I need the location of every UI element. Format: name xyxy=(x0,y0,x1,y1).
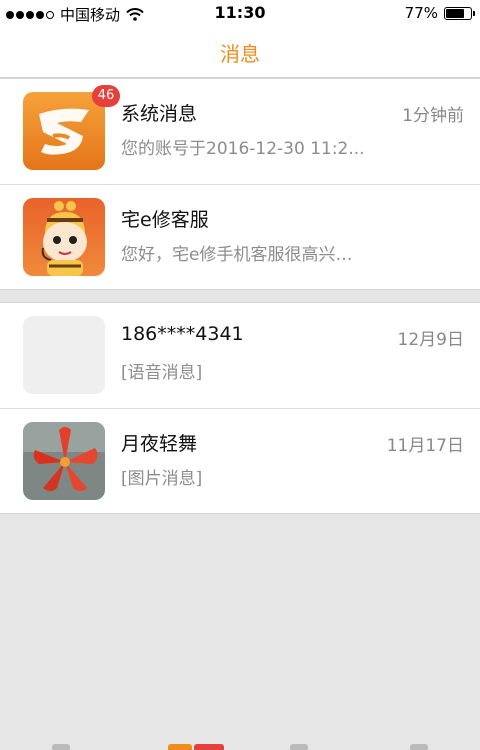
tab-bar-edge xyxy=(0,744,480,750)
conversation-row-phone-contact[interactable]: 186****4341 12月9日 [语音消息] xyxy=(0,303,480,408)
conversation-preview: 您的账号于2016-12-30 11:2... xyxy=(121,139,365,159)
conversation-name: 宅e修客服 xyxy=(121,209,209,231)
tab-icon[interactable] xyxy=(410,744,428,750)
red-flower-photo xyxy=(23,422,105,500)
battery-icon xyxy=(444,6,475,20)
conversation-name: 186****4341 xyxy=(121,323,244,345)
conversation-row-system[interactable]: 46 系统消息 1分钟前 您的账号于2016-12-30 11:2... xyxy=(0,79,480,184)
battery-percent: 77% xyxy=(404,4,438,22)
conversation-group-service: 46 系统消息 1分钟前 您的账号于2016-12-30 11:2... 宅e修… xyxy=(0,78,480,290)
conversation-name: 月夜轻舞 xyxy=(121,433,198,455)
conversation-time: 1分钟前 xyxy=(402,106,464,126)
blank-avatar xyxy=(23,316,105,394)
conversation-row-yueye[interactable]: 月夜轻舞 11月17日 [图片消息] xyxy=(0,408,480,513)
conversation-preview: [图片消息] xyxy=(121,469,203,489)
tab-icon[interactable] xyxy=(52,744,70,750)
tab-icon[interactable] xyxy=(290,744,308,750)
unread-badge: 46 xyxy=(92,85,120,107)
conversation-name: 系统消息 xyxy=(121,103,198,125)
page-title: 消息 xyxy=(220,42,260,66)
conversation-preview: [语音消息] xyxy=(121,363,203,383)
nav-bar: 消息 xyxy=(0,26,480,78)
cartoon-bee-icon xyxy=(23,198,105,276)
tab-badge-icon xyxy=(194,744,224,750)
conversation-time: 11月17日 xyxy=(386,436,464,456)
tab-icon[interactable] xyxy=(168,744,192,750)
conversation-group-friends: 186****4341 12月9日 [语音消息] 月夜轻舞 11月17日 [图片… xyxy=(0,302,480,514)
conversation-time: 12月9日 xyxy=(397,330,464,350)
status-bar: 中国移动 11:30 77% xyxy=(0,0,480,26)
conversation-preview: 您好，宅e修手机客服很高兴… xyxy=(121,245,353,265)
battery-status: 77% xyxy=(404,4,475,22)
app-logo-icon xyxy=(23,92,105,170)
conversation-row-customer-service[interactable]: 宅e修客服 您好，宅e修手机客服很高兴… xyxy=(0,184,480,289)
